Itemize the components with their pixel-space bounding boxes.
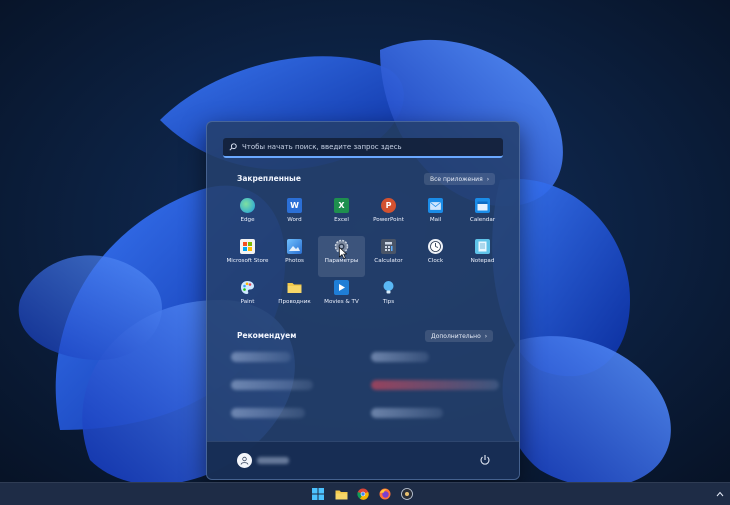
taskbar-firefox[interactable]	[378, 487, 392, 501]
chevron-up-icon	[716, 491, 724, 497]
start-button[interactable]	[311, 487, 325, 501]
app-label: Movies & TV	[324, 299, 359, 305]
app-label: Photos	[285, 258, 304, 264]
taskbar-file-explorer[interactable]	[334, 487, 348, 501]
app-label: Word	[287, 217, 302, 223]
app-clock[interactable]: Clock	[412, 236, 459, 277]
mouse-cursor-icon	[339, 247, 347, 259]
app-label: Notepad	[470, 258, 495, 264]
paint-icon	[240, 280, 255, 295]
app-label: Microsoft Store	[226, 258, 269, 264]
app-label: Tips	[382, 299, 395, 305]
photos-icon	[287, 239, 302, 254]
calculator-icon	[381, 239, 396, 254]
app-powerpoint[interactable]: P PowerPoint	[365, 195, 412, 236]
app-mail[interactable]: Mail	[412, 195, 459, 236]
app-paint[interactable]: Paint	[224, 277, 271, 318]
app-tips[interactable]: Tips	[365, 277, 412, 318]
taskbar-app[interactable]	[400, 487, 414, 501]
app-excel[interactable]: X Excel	[318, 195, 365, 236]
app-calendar[interactable]: Calendar	[459, 195, 506, 236]
pinned-apps-grid: Edge W Word X Excel P PowerPoint Mail Ca…	[224, 195, 506, 318]
taskbar-chrome[interactable]	[356, 487, 370, 501]
recommended-title: Рекомендуем	[237, 331, 297, 340]
firefox-icon	[379, 488, 391, 500]
app-label: Edge	[240, 217, 255, 223]
movies-icon	[334, 280, 349, 295]
app-word[interactable]: W Word	[271, 195, 318, 236]
app-label: Excel	[334, 217, 349, 223]
recommended-item[interactable]	[231, 352, 291, 362]
user-avatar[interactable]	[237, 453, 252, 468]
recommended-item[interactable]	[371, 352, 429, 362]
power-icon[interactable]	[479, 454, 491, 466]
start-menu: Чтобы начать поиск, введите запрос здесь…	[206, 121, 520, 480]
app-edge[interactable]: Edge	[224, 195, 271, 236]
app-label: Clock	[427, 258, 444, 264]
app-notepad[interactable]: Notepad	[459, 236, 506, 277]
word-icon: W	[287, 198, 302, 213]
search-placeholder: Чтобы начать поиск, введите запрос здесь	[242, 143, 402, 151]
recommended-item[interactable]	[231, 408, 305, 418]
excel-icon: X	[334, 198, 349, 213]
user-icon	[240, 456, 249, 465]
app-label: Проводник	[278, 299, 311, 305]
app-label: Calculator	[374, 258, 403, 264]
app-label: Mail	[429, 217, 442, 223]
start-menu-footer	[207, 441, 519, 479]
notepad-icon	[475, 239, 490, 254]
powerpoint-icon: P	[381, 198, 396, 213]
taskbar	[0, 482, 730, 505]
windows-logo-icon	[312, 488, 324, 500]
user-name[interactable]	[257, 457, 289, 464]
folder-icon	[287, 280, 302, 295]
pinned-title: Закрепленные	[237, 174, 301, 183]
clock-icon	[428, 239, 443, 254]
app-file-explorer[interactable]: Проводник	[271, 277, 318, 318]
recommended-item[interactable]	[371, 380, 499, 390]
calendar-icon	[475, 198, 490, 213]
all-apps-label: Все приложения	[430, 175, 483, 183]
search-box[interactable]: Чтобы начать поиск, введите запрос здесь	[223, 138, 503, 158]
app-movies-tv[interactable]: Movies & TV	[318, 277, 365, 318]
more-label: Дополнительно	[431, 332, 481, 340]
tips-icon	[381, 280, 396, 295]
more-button[interactable]: Дополнительно ›	[425, 330, 494, 342]
folder-icon	[335, 490, 347, 499]
app-label: PowerPoint	[373, 217, 404, 223]
app-photos[interactable]: Photos	[271, 236, 318, 277]
app-label: Paint	[240, 299, 255, 305]
app-calculator[interactable]: Calculator	[365, 236, 412, 277]
app-label: Calendar	[469, 217, 496, 223]
store-icon	[240, 239, 255, 254]
chevron-right-icon: ›	[484, 332, 488, 340]
chevron-right-icon: ›	[486, 175, 490, 183]
all-apps-button[interactable]: Все приложения ›	[424, 173, 496, 185]
app-microsoft-store[interactable]: Microsoft Store	[224, 236, 271, 277]
mail-icon	[428, 198, 443, 213]
chrome-icon	[357, 488, 369, 500]
recommended-item[interactable]	[231, 380, 313, 390]
recommended-item[interactable]	[371, 408, 443, 418]
app-circle-icon	[401, 488, 413, 500]
edge-icon	[240, 198, 255, 213]
search-icon	[229, 143, 237, 151]
system-tray-chevron[interactable]	[713, 487, 727, 501]
